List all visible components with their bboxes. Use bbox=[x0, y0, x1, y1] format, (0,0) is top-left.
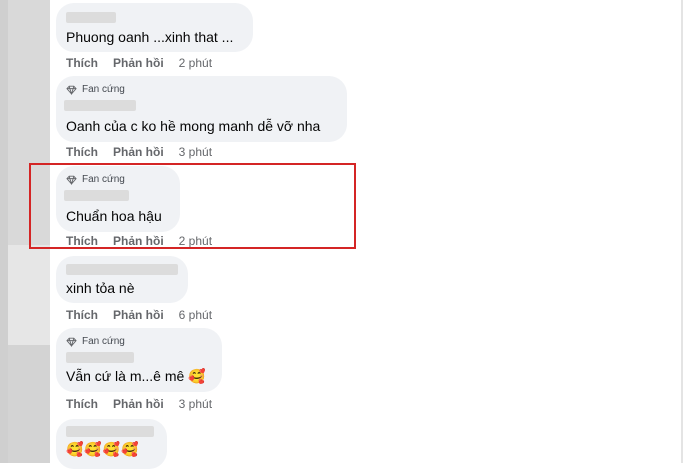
comment-bubble: 🥰🥰🥰🥰 bbox=[56, 419, 167, 469]
comment-time[interactable]: 2 phút bbox=[179, 56, 212, 70]
diamond-icon bbox=[66, 85, 77, 95]
commenter-name-blurred[interactable] bbox=[66, 12, 116, 23]
left-strip-shade bbox=[0, 0, 8, 463]
like-button[interactable]: Thích bbox=[66, 56, 98, 70]
highlight-annotation-box bbox=[29, 163, 356, 249]
comment-text: xinh tỏa nè bbox=[66, 280, 135, 296]
comment-bubble: Phuong oanh ...xinh that ... bbox=[56, 3, 253, 52]
fan-badge: Fan cứng bbox=[66, 84, 125, 95]
comment-text: Phuong oanh ...xinh that ... bbox=[66, 29, 234, 45]
commenter-name-blurred[interactable] bbox=[64, 100, 136, 111]
left-strip-shade bbox=[8, 245, 50, 345]
comment-time[interactable]: 3 phút bbox=[179, 397, 212, 411]
fan-badge: Fan cứng bbox=[66, 336, 125, 347]
smiling-face-with-hearts-icon: 🥰🥰🥰🥰 bbox=[66, 442, 140, 458]
comment-text: Oanh của c ko hề mong manh dễ vỡ nha bbox=[66, 118, 321, 134]
comment-actions: Thích Phản hồi 2 phút bbox=[66, 56, 212, 70]
comment-bubble: Fan cứng Vẫn cứ là m...ê mê 🥰 bbox=[56, 328, 222, 392]
reply-button[interactable]: Phản hồi bbox=[113, 56, 164, 70]
commenter-name-blurred[interactable] bbox=[66, 426, 154, 437]
commenter-name-blurred[interactable] bbox=[66, 264, 178, 275]
smiling-face-with-hearts-icon: 🥰 bbox=[188, 369, 206, 385]
left-strip-shade bbox=[8, 345, 50, 463]
comment-actions: Thích Phản hồi 3 phút bbox=[66, 397, 212, 411]
reply-button[interactable]: Phản hồi bbox=[113, 145, 164, 159]
like-button[interactable]: Thích bbox=[66, 308, 98, 322]
like-button[interactable]: Thích bbox=[66, 397, 98, 411]
comment-text-body: Vẫn cứ là m...ê mê bbox=[66, 368, 185, 384]
fan-badge-label: Fan cứng bbox=[82, 336, 125, 347]
diamond-icon bbox=[66, 337, 77, 347]
reply-button[interactable]: Phản hồi bbox=[113, 397, 164, 411]
comment-time[interactable]: 6 phút bbox=[179, 308, 212, 322]
fan-badge-label: Fan cứng bbox=[82, 84, 125, 95]
like-button[interactable]: Thích bbox=[66, 145, 98, 159]
comment-actions: Thích Phản hồi 6 phút bbox=[66, 308, 212, 322]
comment-bubble: Fan cứng Oanh của c ko hề mong manh dễ v… bbox=[56, 76, 347, 142]
comment-actions: Thích Phản hồi 3 phút bbox=[66, 145, 212, 159]
comment-bubble: xinh tỏa nè bbox=[56, 256, 188, 303]
commenter-name-blurred[interactable] bbox=[66, 352, 134, 363]
comment-text: Vẫn cứ là m...ê mê 🥰 bbox=[66, 368, 206, 385]
comment-time[interactable]: 3 phút bbox=[179, 145, 212, 159]
reply-button[interactable]: Phản hồi bbox=[113, 308, 164, 322]
